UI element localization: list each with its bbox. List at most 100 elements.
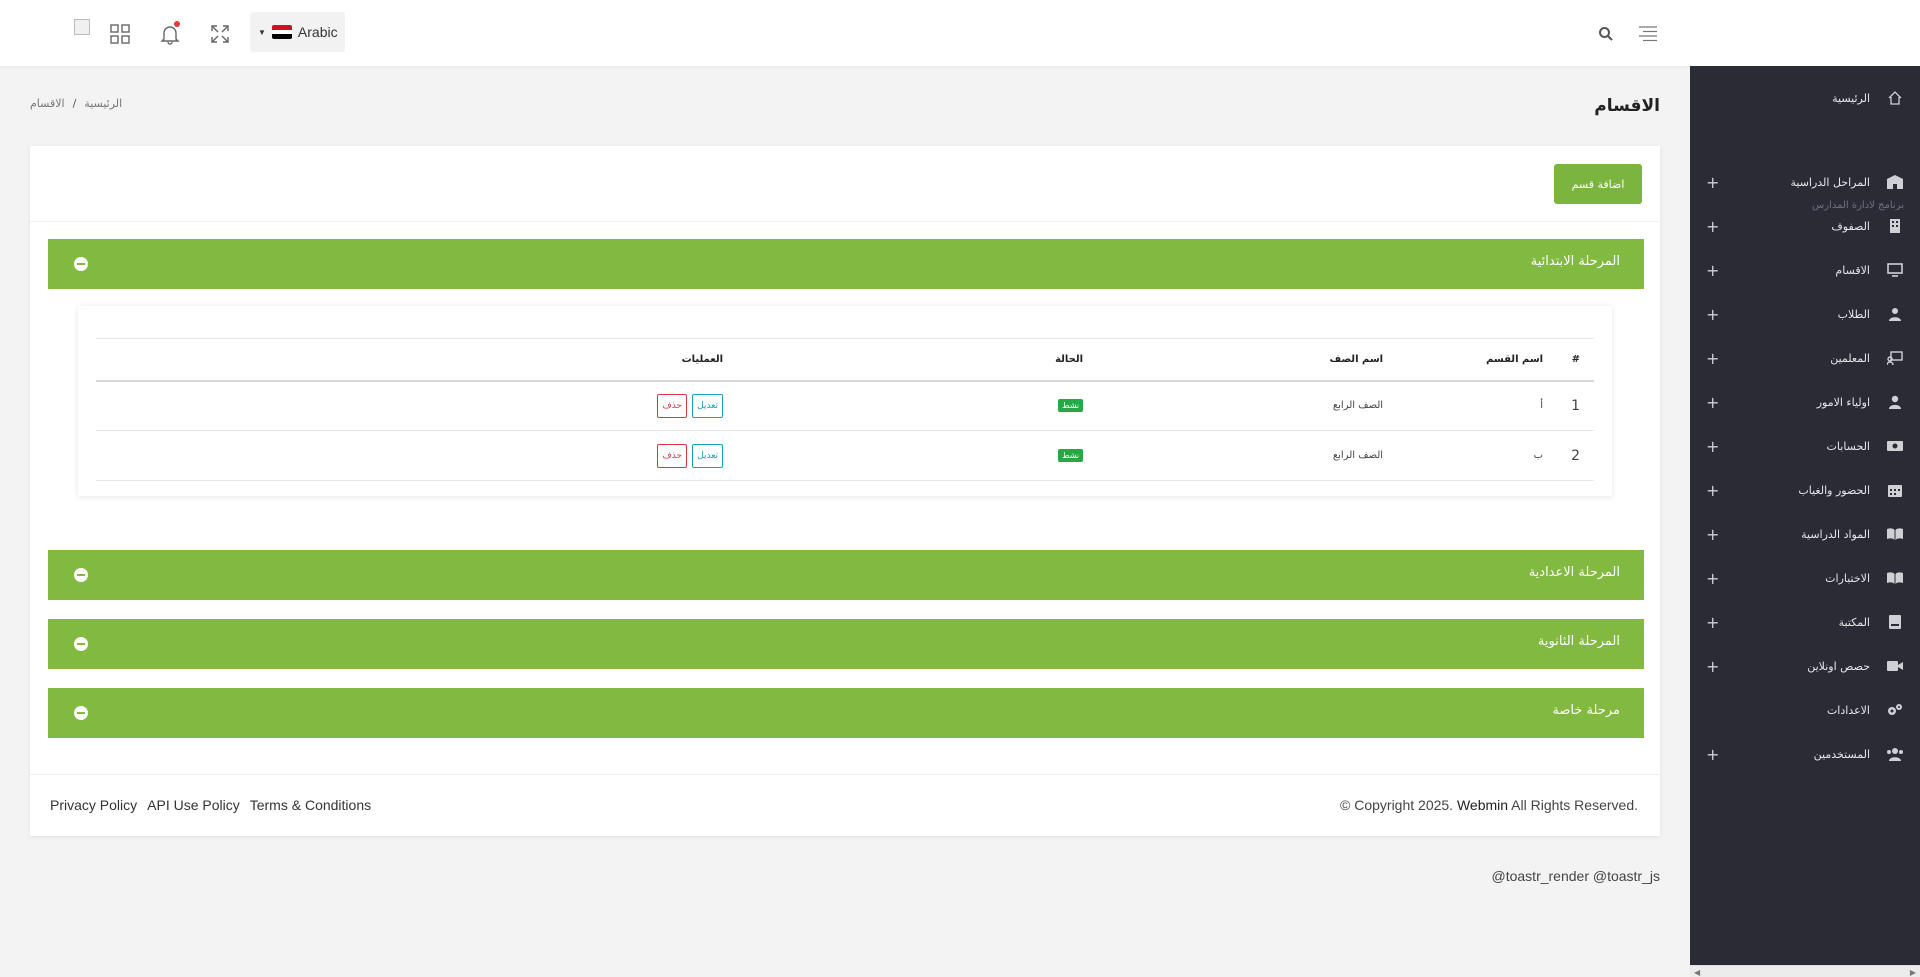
expand-plus-icon[interactable]: +	[1706, 525, 1719, 544]
book-icon	[1886, 569, 1904, 587]
accordion-title: المرحلة الاعدادية	[1528, 565, 1620, 580]
sidebar-item-label: الصفوف	[1831, 219, 1870, 233]
status-badge: نشط	[1058, 399, 1084, 413]
delete-button[interactable]: حذف	[657, 393, 687, 418]
language-dropdown[interactable]: ▼ Arabic	[250, 12, 345, 52]
privacy-policy-link[interactable]: Privacy Policy	[50, 797, 137, 813]
collapse-minus-icon[interactable]	[74, 257, 88, 271]
menu-toggle-icon[interactable]	[1636, 22, 1660, 46]
status-cell: نشط	[737, 430, 1098, 481]
expand-plus-icon[interactable]: +	[1706, 437, 1719, 456]
add-section-button[interactable]: اضافة قسم	[1554, 164, 1642, 204]
scroll-left-icon[interactable]: ◀	[1694, 968, 1700, 977]
terms-link[interactable]: Terms & Conditions	[250, 797, 371, 813]
accordion-title: المرحلة الثانوية	[1537, 634, 1620, 649]
expand-plus-icon[interactable]: +	[1706, 613, 1719, 632]
sidebar-item-parents[interactable]: اولياء الامور +	[1690, 380, 1920, 424]
user-icon	[1886, 393, 1904, 411]
expand-plus-icon[interactable]: +	[1706, 305, 1719, 324]
delete-button[interactable]: حذف	[657, 443, 687, 468]
edit-button[interactable]: تعديل	[692, 393, 724, 418]
sections-table-card: # اسم القسم اسم الصف الحالة العمليات 1 أ…	[78, 306, 1612, 496]
toastr-placeholder-text: @toastr_render @toastr_js	[1491, 868, 1661, 884]
row-number: 1	[1557, 380, 1594, 431]
breadcrumb: الرئيسية / الاقسام	[30, 97, 122, 110]
accordion-secondary-stage[interactable]: المرحلة الثانوية	[48, 619, 1644, 669]
sidebar-item-label: الحضور والغياب	[1798, 483, 1870, 497]
status-badge: نشط	[1058, 449, 1084, 462]
sidebar-item-label: اولياء الامور	[1816, 395, 1870, 409]
copyright-pre: © Copyright 2025.	[1340, 797, 1457, 813]
brand-name[interactable]: Webmin	[1457, 797, 1508, 813]
sidebar-item-users[interactable]: المستخدمين +	[1690, 732, 1920, 776]
sections-table: # اسم القسم اسم الصف الحالة العمليات 1 أ…	[96, 338, 1594, 481]
copyright: © Copyright 2025. Webmin All Rights Rese…	[1340, 797, 1638, 813]
grade-name: الصف الرابع	[1097, 380, 1398, 431]
expand-plus-icon[interactable]: +	[1706, 349, 1719, 368]
grade-name: الصف الرابع	[1097, 430, 1398, 481]
page-title: الاقسام	[1594, 96, 1660, 116]
money-icon	[1886, 437, 1904, 455]
col-section-name: اسم القسم	[1397, 338, 1558, 382]
monitor-icon	[1886, 261, 1904, 279]
collapse-minus-icon[interactable]	[74, 568, 88, 582]
expand-plus-icon[interactable]: +	[1706, 569, 1719, 588]
school-icon	[1886, 173, 1904, 191]
expand-plus-icon[interactable]: +	[1706, 261, 1719, 280]
breadcrumb-separator: /	[72, 97, 77, 110]
expand-plus-icon[interactable]: +	[1706, 657, 1719, 676]
teacher-icon	[1886, 349, 1904, 367]
top-header: ▼ Arabic	[0, 0, 1920, 66]
sidebar-item-attendance[interactable]: الحضور والغياب +	[1690, 468, 1920, 512]
sidebar-home-label: الرئيسية	[1832, 91, 1870, 105]
apps-grid-icon[interactable]	[108, 22, 132, 46]
expand-plus-icon[interactable]: +	[1706, 745, 1719, 764]
collapse-minus-icon[interactable]	[74, 706, 88, 720]
sidebar-item-online-classes[interactable]: حصص اونلاين +	[1690, 644, 1920, 688]
scroll-right-icon[interactable]: ▶	[1910, 968, 1916, 977]
sidebar-item-subjects[interactable]: المواد الدراسية +	[1690, 512, 1920, 556]
sidebar-item-teachers[interactable]: المعلمين +	[1690, 336, 1920, 380]
accordion-primary-stage[interactable]: المرحلة الابتدائية	[48, 239, 1644, 289]
caret-down-icon: ▼	[258, 27, 266, 37]
actions-cell: تعديل حذف	[96, 380, 738, 431]
status-cell: نشط	[737, 380, 1098, 431]
expand-plus-icon[interactable]: +	[1706, 393, 1719, 412]
sidebar-item-stages[interactable]: المراحل الدراسية +	[1690, 160, 1920, 204]
accordion-preparatory-stage[interactable]: المرحلة الاعدادية	[48, 550, 1644, 600]
sidebar-item-library[interactable]: المكتبة +	[1690, 600, 1920, 644]
sidebar-item-accounts[interactable]: الحسابات +	[1690, 424, 1920, 468]
sidebar-item-label: الحسابات	[1826, 439, 1870, 453]
notification-dot	[174, 21, 180, 27]
library-icon	[1886, 613, 1904, 631]
api-use-policy-link[interactable]: API Use Policy	[147, 797, 240, 813]
expand-plus-icon[interactable]: +	[1706, 217, 1719, 236]
expand-plus-icon[interactable]: +	[1706, 173, 1719, 192]
sidebar-item-grades[interactable]: الصفوف +	[1690, 204, 1920, 248]
collapse-minus-icon[interactable]	[74, 637, 88, 651]
home-icon	[1886, 89, 1904, 107]
breadcrumb-home[interactable]: الرئيسية	[84, 97, 122, 110]
table-row: 2 ب الصف الرابع نشط تعديل حذف	[96, 430, 1594, 481]
sidebar-item-sections[interactable]: الاقسام +	[1690, 248, 1920, 292]
card-header: اضافة قسم	[30, 146, 1660, 222]
col-grade-name: اسم الصف	[1097, 338, 1398, 382]
search-icon[interactable]	[1596, 24, 1616, 44]
gears-icon	[1886, 701, 1904, 719]
sidebar-horizontal-scrollbar[interactable]: ◀ ▶	[1690, 965, 1920, 977]
accordion-special-stage[interactable]: مرحلة خاصة	[48, 688, 1644, 738]
language-label: Arabic	[297, 24, 338, 40]
sidebar-item-students[interactable]: الطلاب +	[1690, 292, 1920, 336]
building-icon	[1886, 217, 1904, 235]
edit-button[interactable]: تعديل	[692, 443, 724, 468]
sidebar-item-label: المواد الدراسية	[1801, 527, 1870, 541]
sidebar-item-home[interactable]: الرئيسية	[1690, 76, 1920, 120]
expand-plus-icon[interactable]: +	[1706, 481, 1719, 500]
sidebar-item-exams[interactable]: الاختبارات +	[1690, 556, 1920, 600]
row-number: 2	[1557, 430, 1594, 481]
sidebar-item-settings[interactable]: الاعدادات	[1690, 688, 1920, 732]
copyright-post: All Rights Reserved.	[1508, 797, 1638, 813]
sidebar-item-label: المستخدمين	[1813, 747, 1870, 761]
fullscreen-icon[interactable]	[208, 22, 232, 46]
sidebar: الرئيسية برنامج لادارة المدارس المراحل ا…	[1690, 66, 1920, 977]
